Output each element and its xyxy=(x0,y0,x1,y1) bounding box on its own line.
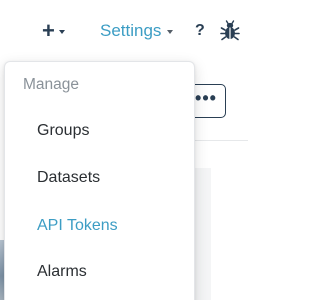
settings-dropdown-menu: Manage Groups Datasets API Tokens Alarms xyxy=(4,61,195,300)
chevron-down-icon xyxy=(58,30,65,34)
menu-item-groups[interactable]: Groups xyxy=(37,122,89,140)
help-icon[interactable]: ? xyxy=(195,20,205,42)
menu-item-api-tokens[interactable]: API Tokens xyxy=(37,217,118,235)
plus-icon: + xyxy=(42,18,55,43)
menu-item-datasets[interactable]: Datasets xyxy=(37,169,100,187)
more-horizontal-icon: ••• xyxy=(195,88,217,108)
menu-section-header: Manage xyxy=(23,76,80,93)
top-navbar: + Settings ? xyxy=(0,0,248,60)
settings-menu-button[interactable]: Settings xyxy=(100,20,174,42)
menu-item-alarms[interactable]: Alarms xyxy=(37,263,87,281)
chevron-down-icon xyxy=(167,30,174,34)
bug-icon[interactable] xyxy=(220,20,240,42)
content-divider xyxy=(194,140,248,141)
content-panel xyxy=(194,168,211,300)
add-menu-button[interactable]: + xyxy=(42,18,65,43)
settings-label: Settings xyxy=(100,21,162,40)
page: + Settings ? ••• Manage Groups Datasets … xyxy=(0,0,248,300)
